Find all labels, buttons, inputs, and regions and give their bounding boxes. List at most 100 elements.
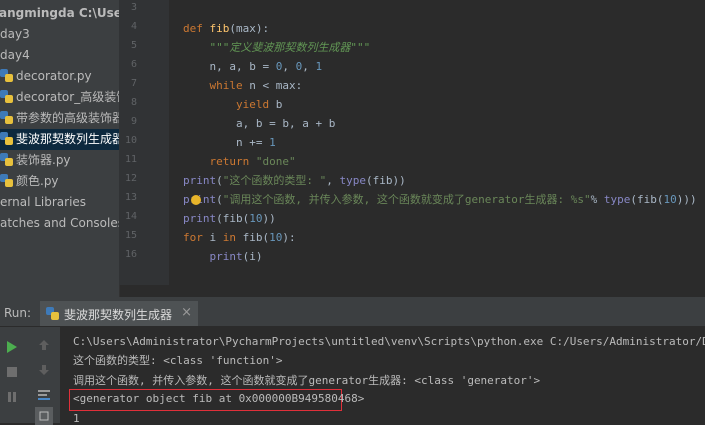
arrow-down-icon[interactable] <box>35 361 53 379</box>
code-token: for <box>183 231 210 244</box>
arrow-up-icon[interactable] <box>35 336 53 354</box>
pause-icon[interactable] <box>3 388 21 406</box>
run-tab-label: 斐波那契数列生成器 <box>64 308 173 322</box>
tree-scratches[interactable]: atches and Consoles <box>0 213 120 234</box>
code-token: type <box>603 193 631 206</box>
tree-item-label: day4 <box>0 48 30 62</box>
line-number: 7 <box>130 78 137 89</box>
console-line: 调用这个函数, 并传入参数, 这个函数就变成了generator生成器: <cl… <box>73 374 541 387</box>
code-token: % <box>590 193 604 206</box>
code-token: (i) <box>242 250 263 263</box>
code-token: "调用这个函数, 并传入参数, 这个函数就变成了generator生成器: %s… <box>222 193 591 206</box>
line-number: 10 <box>124 135 137 146</box>
python-file-icon <box>0 111 13 124</box>
code-token: ))) <box>676 193 697 206</box>
tree-file-decorator[interactable]: decorator.py <box>0 66 92 87</box>
tree-folder-day4[interactable]: day4 <box>0 45 30 66</box>
code-token: i <box>209 231 223 244</box>
code-token: b <box>275 98 283 111</box>
line-number: 8 <box>130 97 137 108</box>
code-line-4: def fib(max): <box>183 19 269 38</box>
project-root-label: angmingda C:\Users\Ad <box>0 6 119 20</box>
intention-bulb-icon[interactable] <box>191 195 201 205</box>
code-token: (fib( <box>630 193 664 206</box>
tree-item-label: decorator_高级装饰器.py <box>16 90 119 104</box>
tree-file-param-decorator[interactable]: 带参数的高级装饰器.py <box>0 108 119 129</box>
tree-folder-day3[interactable]: day3 <box>0 24 30 45</box>
tree-item-label: decorator.py <box>16 69 92 83</box>
code-token: ( <box>216 174 223 187</box>
tree-file-decorator-cn[interactable]: 装饰器.py <box>0 150 71 171</box>
code-token: "done" <box>255 155 296 168</box>
code-token: , <box>326 174 340 187</box>
console-line-generator: <generator object fib at 0x000000B949580… <box>73 392 365 405</box>
line-number: 16 <box>124 249 137 260</box>
line-number: 14 <box>124 211 137 222</box>
code-line-7: while n < max: <box>183 76 303 95</box>
code-line-12: print("这个函数的类型: ", type(fib)) <box>183 171 406 190</box>
code-token: fib( <box>242 231 270 244</box>
project-root[interactable]: angmingda C:\Users\Ad <box>0 3 119 24</box>
stop-icon[interactable] <box>3 363 21 381</box>
code-token: while <box>209 79 250 92</box>
play-icon[interactable] <box>3 338 21 356</box>
code-line-13: print("调用这个函数, 并传入参数, 这个函数就变成了generator生… <box>183 190 697 209</box>
line-number: 11 <box>124 154 137 165</box>
code-line-5: """定义斐波那契数列生成器""" <box>183 38 370 57</box>
run-toolbar: Run: 斐波那契数列生成器 × <box>0 301 705 327</box>
code-token: a, b = b, a + b <box>183 117 336 130</box>
line-number: 15 <box>124 230 137 241</box>
code-token: n, a, b = <box>183 60 276 73</box>
python-file-icon <box>46 307 59 320</box>
code-token: "这个函数的类型: " <box>222 174 327 187</box>
run-tab[interactable]: 斐波那契数列生成器 × <box>40 301 198 326</box>
code-line-14: print(fib(10)) <box>183 209 276 228</box>
tree-file-color[interactable]: 颜色.py <box>0 171 59 192</box>
code-line-9: a, b = b, a + b <box>183 114 335 133</box>
tree-file-fibonacci[interactable]: 斐波那契数列生成器.py <box>0 129 119 150</box>
tree-external-libraries[interactable]: ernal Libraries <box>0 192 86 213</box>
code-token: 1 <box>315 60 323 73</box>
line-number: 9 <box>130 116 137 127</box>
code-token: , <box>282 60 296 73</box>
line-number: 4 <box>130 21 137 32</box>
tree-item-label: atches and Consoles <box>0 216 120 230</box>
code-line-16: print(i) <box>183 247 263 266</box>
tree-item-label: 带参数的高级装饰器.py <box>16 111 119 125</box>
python-file-icon <box>0 174 13 187</box>
editor-gutter: 3 4 5 6 7 8 9 10 11 12 13 14 15 16 <box>119 0 183 285</box>
code-token: print <box>183 212 217 225</box>
python-file-icon <box>0 132 13 145</box>
code-token: in <box>222 231 243 244</box>
code-token: print <box>209 250 243 263</box>
line-number: 6 <box>130 59 137 70</box>
code-token: type <box>339 174 367 187</box>
tree-file-decorator-advanced[interactable]: decorator_高级装饰器.py <box>0 87 119 108</box>
close-icon[interactable]: × <box>181 305 192 320</box>
code-token: 10 <box>663 193 677 206</box>
code-token: 10 <box>249 212 263 225</box>
code-token: n += <box>183 136 270 149</box>
code-token: fib <box>209 22 230 35</box>
code-line-6: n, a, b = 0, 0, 1 <box>183 57 322 76</box>
soft-wrap-icon[interactable] <box>35 386 53 404</box>
run-tools <box>0 327 60 425</box>
line-number: 5 <box>130 40 137 51</box>
code-token: , <box>302 60 316 73</box>
settings-icon[interactable] <box>35 407 53 425</box>
code-token: (fib)) <box>366 174 406 187</box>
console-line: 这个函数的类型: <class 'function'> <box>73 354 283 367</box>
project-tree: angmingda C:\Users\Ad day3 day4 decorato… <box>0 0 120 297</box>
console-output[interactable]: C:\Users\Administrator\PycharmProjects\u… <box>60 327 705 423</box>
code-token: print <box>183 174 217 187</box>
tree-item-label: 颜色.py <box>16 174 59 188</box>
code-editor[interactable]: def fib(max): """定义斐波那契数列生成器""" n, a, b … <box>169 0 705 285</box>
line-number: 3 <box>130 2 137 13</box>
code-token: )) <box>262 212 276 225</box>
code-token: 10 <box>269 231 283 244</box>
code-token: n < max: <box>249 79 303 92</box>
code-line-8: yield b <box>183 95 282 114</box>
code-line-10: n += 1 <box>183 133 276 152</box>
